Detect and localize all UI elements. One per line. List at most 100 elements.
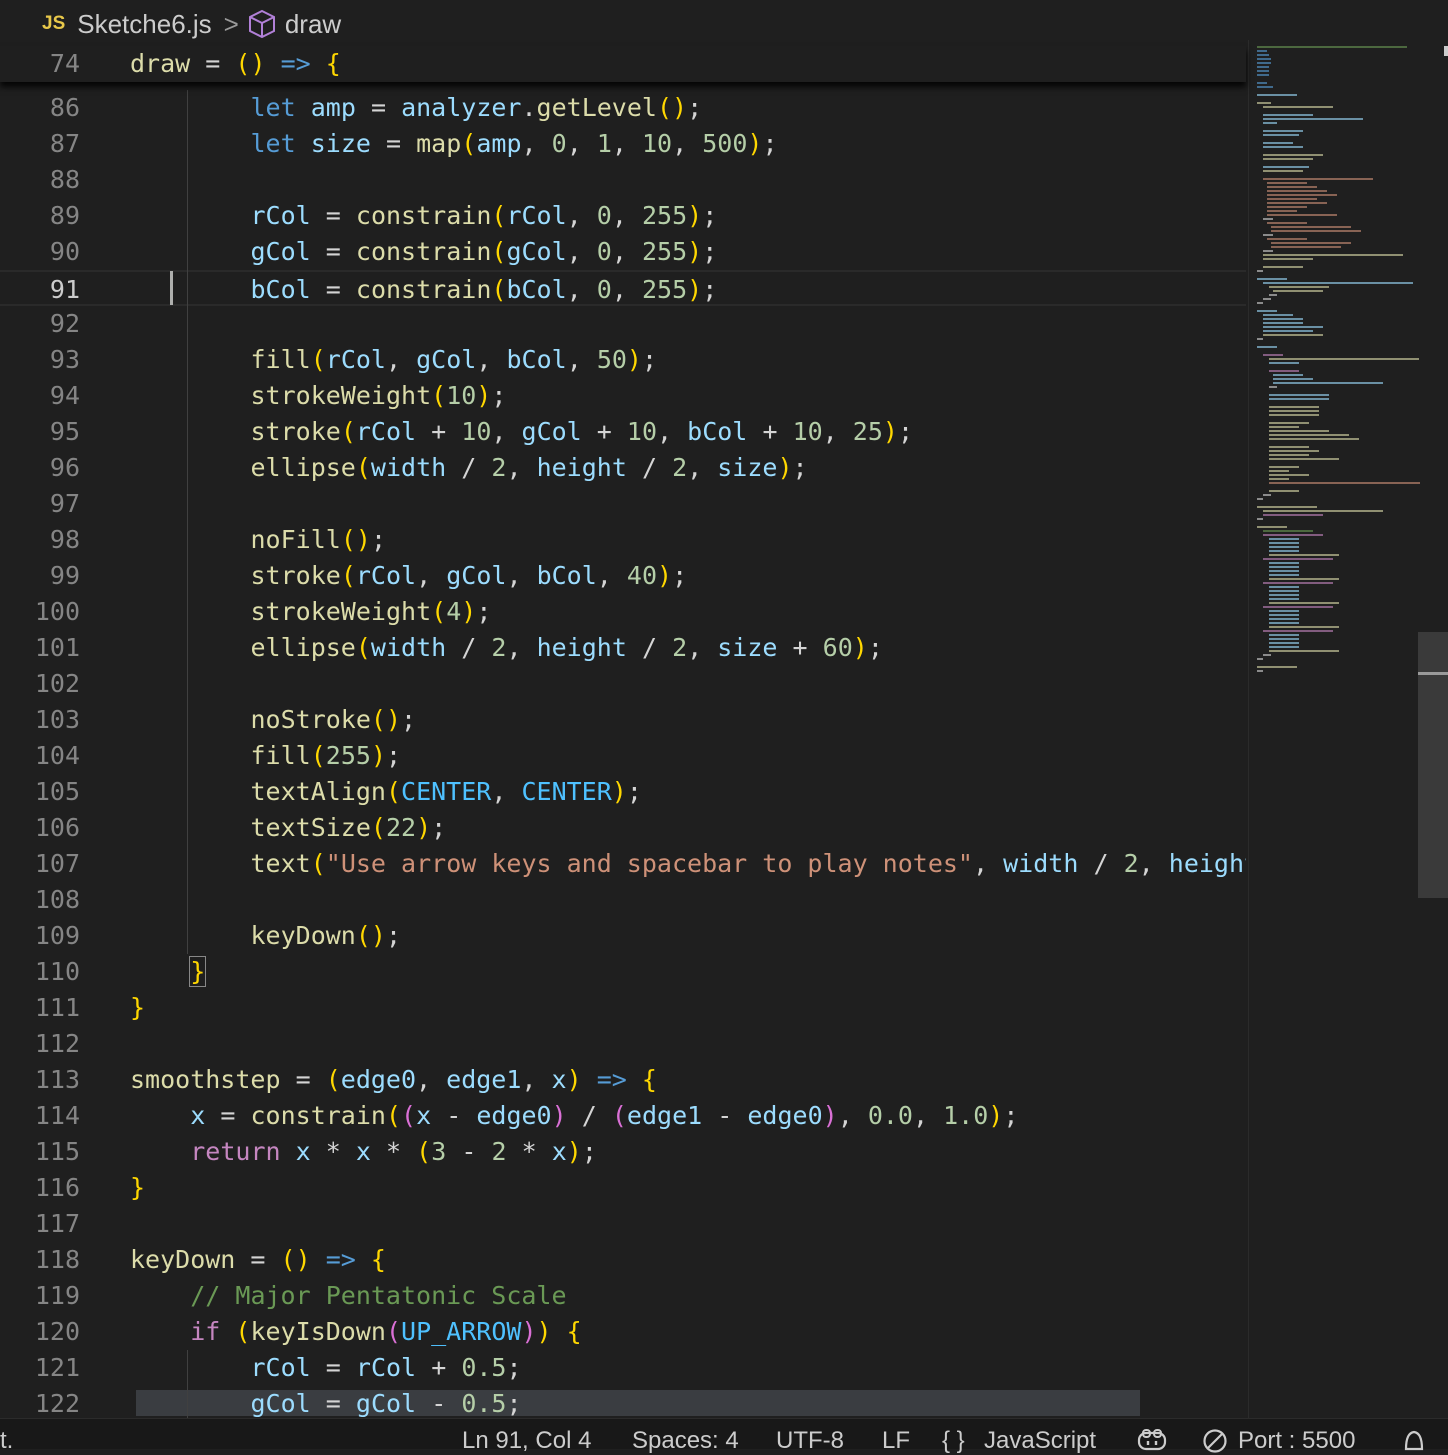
code-line[interactable]: 110 } xyxy=(0,954,1246,990)
code-line[interactable]: 117 xyxy=(0,1206,1246,1242)
status-cursor-position[interactable]: Ln 91, Col 4 xyxy=(462,1427,591,1455)
status-indentation[interactable]: Spaces: 4 xyxy=(632,1427,739,1455)
line-number[interactable]: 90 xyxy=(0,237,80,266)
line-number[interactable]: 122 xyxy=(0,1389,80,1418)
code-text[interactable]: textAlign(CENTER, CENTER); xyxy=(130,777,642,806)
line-number[interactable]: 106 xyxy=(0,813,80,842)
status-line-ending[interactable]: LF xyxy=(882,1427,910,1455)
code-text[interactable]: fill(rCol, gCol, bCol, 50); xyxy=(130,345,658,374)
line-number[interactable]: 91 xyxy=(0,275,80,304)
status-port[interactable]: Port : 5500 xyxy=(1238,1427,1355,1455)
code-text[interactable]: // Major Pentatonic Scale xyxy=(130,1281,566,1310)
line-number[interactable]: 93 xyxy=(0,345,80,374)
code-text[interactable]: bCol = constrain(bCol, 0, 255); xyxy=(130,275,718,304)
minimap-line xyxy=(1263,606,1333,608)
code-text[interactable]: gCol = constrain(gCol, 0, 255); xyxy=(130,237,718,266)
line-number[interactable]: 92 xyxy=(0,309,80,338)
code-text[interactable]: keyDown = () => { xyxy=(130,1245,386,1274)
minimap-line xyxy=(1269,578,1339,580)
sticky-code-line[interactable]: draw = () => { xyxy=(130,49,341,78)
code-text[interactable]: let size = map(amp, 0, 1, 10, 500); xyxy=(130,129,778,158)
minimap-line xyxy=(1269,554,1339,556)
status-encoding[interactable]: UTF-8 xyxy=(776,1427,844,1455)
line-number[interactable]: 109 xyxy=(0,921,80,950)
line-number[interactable]: 104 xyxy=(0,741,80,770)
line-number[interactable]: 108 xyxy=(0,885,80,914)
line-number[interactable]: 114 xyxy=(0,1101,80,1130)
code-text[interactable]: noFill(); xyxy=(130,525,387,554)
line-number[interactable]: 113 xyxy=(0,1065,80,1094)
minimap[interactable] xyxy=(1248,40,1429,1418)
line-number[interactable]: 99 xyxy=(0,561,80,590)
code-line[interactable]: 120 if (keyIsDown(UP_ARROW)) { xyxy=(0,1314,1246,1350)
line-number[interactable]: 103 xyxy=(0,705,80,734)
code-text[interactable]: ellipse(width / 2, height / 2, size); xyxy=(130,453,808,482)
line-number[interactable]: 107 xyxy=(0,849,80,878)
line-number[interactable]: 87 xyxy=(0,129,80,158)
code-text[interactable]: return x * x * (3 - 2 * x); xyxy=(130,1137,597,1166)
code-line[interactable]: 116} xyxy=(0,1170,1246,1206)
line-number[interactable]: 117 xyxy=(0,1209,80,1238)
line-number[interactable]: 89 xyxy=(0,201,80,230)
breadcrumb-symbol[interactable]: draw xyxy=(285,9,341,40)
code-text[interactable]: fill(255); xyxy=(130,741,402,770)
status-language[interactable]: JavaScript xyxy=(984,1427,1096,1455)
line-number[interactable]: 98 xyxy=(0,525,80,554)
line-number[interactable]: 111 xyxy=(0,993,80,1022)
minimap-line xyxy=(1269,626,1339,628)
code-text[interactable]: let amp = analyzer.getLevel(); xyxy=(130,93,703,122)
code-text[interactable]: stroke(rCol, gCol, bCol, 40); xyxy=(130,561,688,590)
indent-guide xyxy=(187,90,188,954)
line-number[interactable]: 101 xyxy=(0,633,80,662)
line-number[interactable]: 97 xyxy=(0,489,80,518)
sticky-scroll-header[interactable]: 74 draw = () => { xyxy=(0,46,1246,82)
code-text[interactable]: strokeWeight(4); xyxy=(130,597,492,626)
line-number[interactable]: 105 xyxy=(0,777,80,806)
code-text[interactable]: keyDown(); xyxy=(130,921,402,950)
code-line[interactable]: 119 // Major Pentatonic Scale xyxy=(0,1278,1246,1314)
code-text[interactable]: smoothstep = (edge0, edge1, x) => { xyxy=(130,1065,657,1094)
code-text[interactable]: } xyxy=(130,1173,145,1202)
code-text[interactable]: rCol = constrain(rCol, 0, 255); xyxy=(130,201,718,230)
code-text[interactable]: x = constrain((x - edge0) / (edge1 - edg… xyxy=(130,1101,1018,1130)
line-number[interactable]: 112 xyxy=(0,1029,80,1058)
line-number[interactable]: 94 xyxy=(0,381,80,410)
minimap-line xyxy=(1257,526,1287,528)
code-text[interactable]: text("Use arrow keys and spacebar to pla… xyxy=(130,849,1247,878)
line-number[interactable]: 88 xyxy=(0,165,80,194)
code-line[interactable]: 111} xyxy=(0,990,1246,1026)
code-text[interactable]: if (keyIsDown(UP_ARROW)) { xyxy=(130,1317,581,1346)
code-line[interactable]: 112 xyxy=(0,1026,1246,1062)
line-number[interactable]: 110 xyxy=(0,957,80,986)
line-number[interactable]: 96 xyxy=(0,453,80,482)
breadcrumb-file[interactable]: Sketche6.js xyxy=(77,9,211,40)
status-left-fragment[interactable]: t. xyxy=(0,1427,13,1455)
bell-icon[interactable] xyxy=(1400,1429,1428,1453)
code-line[interactable]: 118 keyDown = () => { xyxy=(0,1242,1246,1278)
code-line[interactable]: 115 return x * x * (3 - 2 * x); xyxy=(0,1134,1246,1170)
line-number[interactable]: 95 xyxy=(0,417,80,446)
code-text[interactable]: noStroke(); xyxy=(130,705,417,734)
minimap-line xyxy=(1269,618,1299,620)
line-number[interactable]: 118 xyxy=(0,1245,80,1274)
line-number[interactable]: 115 xyxy=(0,1137,80,1166)
line-number[interactable]: 121 xyxy=(0,1353,80,1382)
line-number[interactable]: 102 xyxy=(0,669,80,698)
code-text[interactable]: } xyxy=(130,956,207,987)
line-number[interactable]: 86 xyxy=(0,93,80,122)
line-number[interactable]: 100 xyxy=(0,597,80,626)
minimap-line xyxy=(1263,114,1313,116)
code-text[interactable]: ellipse(width / 2, height / 2, size + 60… xyxy=(130,633,883,662)
code-text[interactable]: stroke(rCol + 10, gCol + 10, bCol + 10, … xyxy=(130,417,914,446)
code-text[interactable]: } xyxy=(130,993,145,1022)
code-editor[interactable]: 86 let amp = analyzer.getLevel(); 87 let … xyxy=(0,90,1246,1418)
line-number[interactable]: 119 xyxy=(0,1281,80,1310)
line-number[interactable]: 120 xyxy=(0,1317,80,1346)
code-text[interactable]: gCol = gCol - 0.5; xyxy=(130,1389,522,1418)
code-text[interactable]: textSize(22); xyxy=(130,813,447,842)
line-number[interactable]: 116 xyxy=(0,1173,80,1202)
code-text[interactable]: rCol = rCol + 0.5; xyxy=(130,1353,522,1382)
minimap-line xyxy=(1257,62,1271,64)
code-line[interactable]: 113 smoothstep = (edge0, edge1, x) => { xyxy=(0,1062,1246,1098)
code-line[interactable]: 114 x = constrain((x - edge0) / (edge1 -… xyxy=(0,1098,1246,1134)
